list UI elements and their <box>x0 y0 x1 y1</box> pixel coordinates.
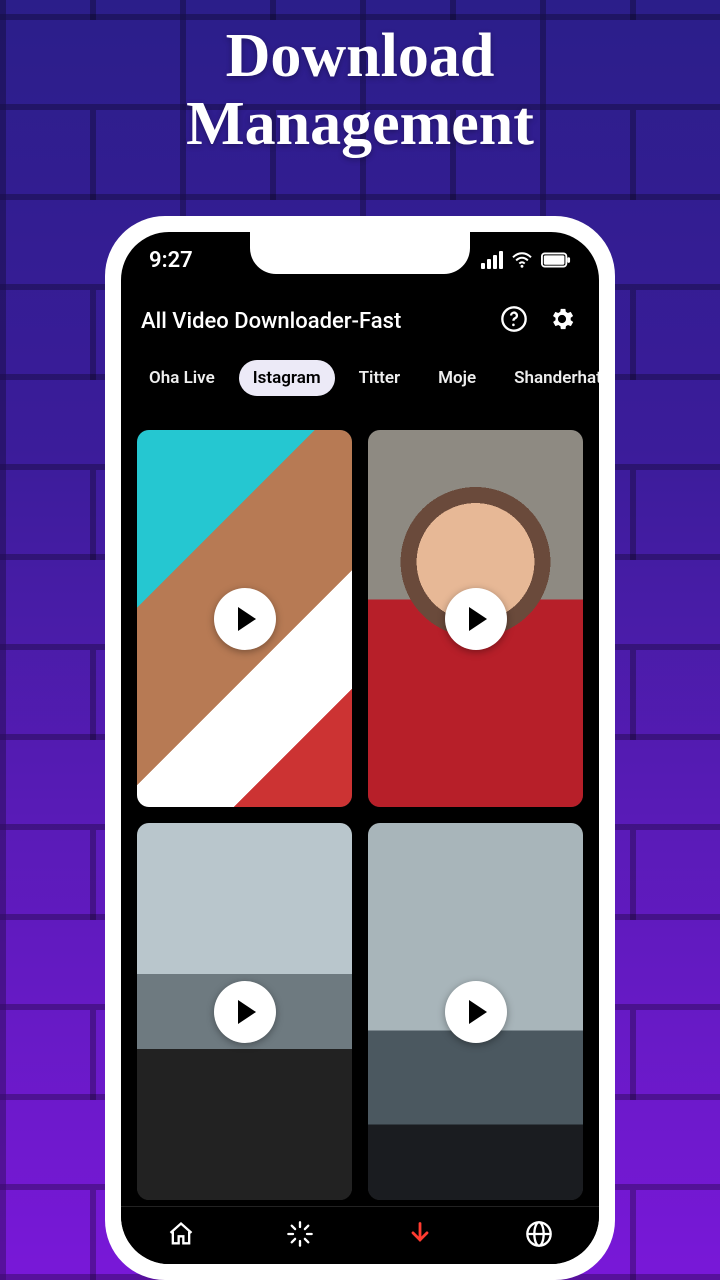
phone-screen: 9:27 All Video Downloader-Fast <box>121 232 599 1264</box>
status-time: 9:27 <box>149 248 193 273</box>
play-icon <box>445 981 507 1043</box>
battery-icon <box>541 252 571 268</box>
tab-istagram[interactable]: Istagram <box>239 360 335 396</box>
play-icon <box>445 588 507 650</box>
gear-icon <box>548 305 576 337</box>
home-icon <box>167 1220 195 1252</box>
tab-shanderhat[interactable]: Shanderhat <box>500 360 599 396</box>
nav-home[interactable] <box>159 1214 203 1258</box>
video-card[interactable] <box>368 430 583 807</box>
play-icon <box>214 588 276 650</box>
settings-button[interactable] <box>545 304 579 338</box>
app-title: All Video Downloader-Fast <box>141 309 483 334</box>
hero-line-1: Download <box>0 22 720 90</box>
help-circle-icon <box>500 305 528 337</box>
help-button[interactable] <box>497 304 531 338</box>
globe-icon <box>525 1220 553 1252</box>
tab-moje[interactable]: Moje <box>424 360 490 396</box>
download-arrow-icon <box>406 1220 434 1252</box>
phone-notch <box>250 232 470 274</box>
hero-line-2: Management <box>0 90 720 158</box>
cellular-signal-icon <box>481 251 503 269</box>
video-card[interactable] <box>137 823 352 1200</box>
status-indicators <box>481 251 571 269</box>
video-card[interactable] <box>137 430 352 807</box>
nav-web[interactable] <box>517 1214 561 1258</box>
app-header: All Video Downloader-Fast <box>121 304 599 338</box>
nav-progress[interactable] <box>278 1214 322 1258</box>
source-tabs: Oha Live Istagram TitterMoje Shanderhat <box>121 360 599 396</box>
wifi-icon <box>511 251 533 269</box>
play-icon <box>214 981 276 1043</box>
hero-title: Download Management <box>0 22 720 158</box>
phone-frame: 9:27 All Video Downloader-Fast <box>105 216 615 1280</box>
video-grid <box>137 430 583 1200</box>
tab-titter[interactable]: Titter <box>345 360 415 396</box>
tab-oha-live[interactable]: Oha Live <box>135 360 229 396</box>
spinner-icon <box>286 1220 314 1252</box>
video-card[interactable] <box>368 823 583 1200</box>
bottom-nav <box>121 1206 599 1264</box>
nav-download[interactable] <box>398 1214 442 1258</box>
